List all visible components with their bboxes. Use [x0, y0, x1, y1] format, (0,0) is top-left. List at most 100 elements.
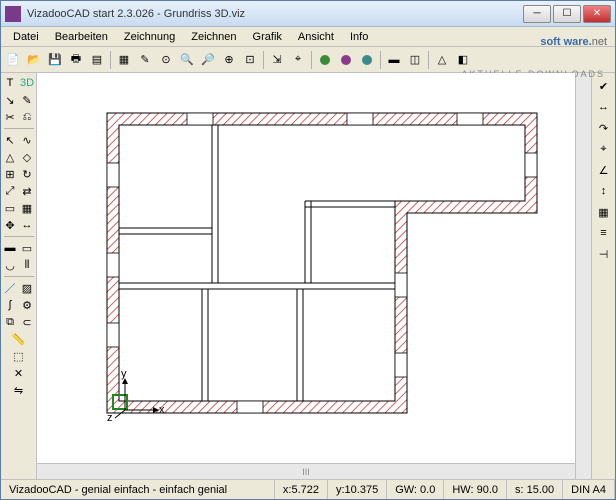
3d-toggle-icon[interactable]: 3D [19, 75, 35, 91]
status-info: VizadooCAD - genial einfach - einfach ge… [1, 480, 275, 499]
open-icon[interactable]: 📂 [24, 50, 44, 70]
toolbar: 📄 📂 💾 🖶 ▤ ▦ ✎ ⊙ 🔍 🔎 ⊕ ⊡ ⇲ ⌖ ▬ ◫ △ ◧ AKTU… [1, 47, 615, 73]
axis-z-label: z [107, 412, 113, 424]
check-icon[interactable]: ✔ [595, 77, 613, 95]
status-y: y:10.375 [328, 480, 387, 499]
export-icon[interactable]: ⇲ [267, 50, 287, 70]
link-icon[interactable]: ↘ [2, 92, 18, 108]
separator-icon [110, 51, 111, 69]
grid-tool-icon[interactable]: ▦ [19, 200, 35, 216]
save-icon[interactable]: 💾 [45, 50, 65, 70]
menu-grafik[interactable]: Grafik [245, 29, 290, 45]
magnet-icon[interactable]: ⊂ [19, 314, 35, 330]
measure-icon[interactable]: 📏 [11, 331, 27, 347]
center-icon[interactable]: ⊙ [156, 50, 176, 70]
grid-icon[interactable]: ▦ [114, 50, 134, 70]
curve-icon[interactable]: ∫ [2, 297, 18, 313]
menu-datei[interactable]: Datei [5, 29, 47, 45]
separator-icon [4, 276, 34, 277]
color-green-icon[interactable] [315, 50, 335, 70]
maximize-button[interactable]: ☐ [553, 5, 581, 23]
note-icon[interactable]: ✎ [19, 92, 35, 108]
axis-indicator: y x z [111, 374, 161, 427]
dim-h-icon[interactable]: ↔ [595, 98, 613, 116]
menu-zeichnen[interactable]: Zeichnen [183, 29, 244, 45]
statusbar: VizadooCAD - genial einfach - einfach ge… [1, 479, 615, 499]
app-window: VizadooCAD start 2.3.026 - Grundriss 3D.… [0, 0, 616, 500]
canvas-area: y x z III [37, 73, 575, 479]
separator-icon [263, 51, 264, 69]
layer-icon[interactable]: ▤ [87, 50, 107, 70]
color-purple-icon[interactable] [336, 50, 356, 70]
color-cyan-icon[interactable] [357, 50, 377, 70]
separator-icon [311, 51, 312, 69]
menu-bearbeiten[interactable]: Bearbeiten [47, 29, 116, 45]
mirror-icon[interactable]: ⇋ [11, 382, 27, 398]
rect-icon[interactable]: ▭ [2, 200, 18, 216]
extrude-icon[interactable]: ⬚ [11, 348, 27, 364]
snap-icon[interactable]: ⌖ [288, 50, 308, 70]
scale-icon[interactable]: ⤢ [2, 183, 18, 199]
separator-icon [4, 128, 34, 129]
wall-icon[interactable]: ▬ [384, 50, 404, 70]
dim-icon[interactable]: ↔ [19, 217, 35, 233]
shape-icon[interactable]: ◇ [19, 149, 35, 165]
wall2-icon[interactable]: ▭ [19, 240, 35, 256]
print-icon[interactable]: 🖶 [66, 50, 86, 70]
snap-icon[interactable]: ⌖ [595, 140, 613, 158]
arrow-icon[interactable]: ↖ [2, 132, 18, 148]
move-icon[interactable]: ✥ [2, 217, 18, 233]
jump-icon[interactable]: ↷ [595, 119, 613, 137]
end-icon[interactable]: ⊣ [595, 245, 613, 263]
triangle-icon[interactable]: △ [2, 149, 18, 165]
status-gw: GW: 0.0 [387, 480, 444, 499]
zoomfit-icon[interactable]: ⊡ [240, 50, 260, 70]
separator-icon [4, 236, 34, 237]
status-hw: HW: 90.0 [444, 480, 507, 499]
wall-tool-icon[interactable]: ▬ [2, 240, 18, 256]
text-tool-icon[interactable]: T [2, 75, 18, 91]
cross-icon[interactable]: ✕ [11, 365, 27, 381]
menu-zeichnung[interactable]: Zeichnung [116, 29, 183, 45]
brush-icon[interactable]: ／ [2, 280, 18, 296]
menu-ansicht[interactable]: Ansicht [290, 29, 342, 45]
menu-info[interactable]: Info [342, 29, 376, 45]
dim-v-icon[interactable]: ↕ [595, 182, 613, 200]
drawing-canvas[interactable]: y x z [37, 73, 575, 463]
edit-icon[interactable]: ✎ [135, 50, 155, 70]
titlebar: VizadooCAD start 2.3.026 - Grundriss 3D.… [1, 1, 615, 27]
app-icon [5, 6, 21, 22]
grid2-icon[interactable]: ▦ [595, 203, 613, 221]
door-icon[interactable]: ◫ [405, 50, 425, 70]
hatch-icon[interactable]: ▨ [19, 280, 35, 296]
cut-icon[interactable]: ✂ [2, 109, 18, 125]
new-icon[interactable]: 📄 [3, 50, 23, 70]
roof-icon[interactable]: △ [432, 50, 452, 70]
flip-icon[interactable]: ⇄ [19, 183, 35, 199]
main-area: T3D ↘✎ ✂⎌ ↖∿ △◇ ⊞↻ ⤢⇄ ▭▦ ✥↔ ▬▭ ◡⦀ ／▨ ∫⚙ … [1, 73, 615, 479]
polyline-icon[interactable]: ∿ [19, 132, 35, 148]
status-x: x:5.722 [275, 480, 328, 499]
join-icon[interactable]: ⧉ [2, 314, 18, 330]
status-format: DIN A4 [563, 480, 615, 499]
bars-icon[interactable]: ≡ [595, 224, 613, 242]
zoom-icon[interactable]: ⊕ [219, 50, 239, 70]
close-button[interactable]: ✕ [583, 5, 611, 23]
rotate-icon[interactable]: ↻ [19, 166, 35, 182]
scissors-icon[interactable]: ⎌ [19, 109, 35, 125]
zoomin-icon[interactable]: 🔍 [177, 50, 197, 70]
tool-palette: T3D ↘✎ ✂⎌ ↖∿ △◇ ⊞↻ ⤢⇄ ▭▦ ✥↔ ▬▭ ◡⦀ ／▨ ∫⚙ … [1, 73, 37, 479]
arc-icon[interactable]: ◡ [2, 257, 18, 273]
scrollbar-vertical[interactable] [575, 73, 591, 479]
copy-icon[interactable]: ⊞ [2, 166, 18, 182]
angle-icon[interactable]: ∠ [595, 161, 613, 179]
columns-icon[interactable]: ⦀ [19, 257, 35, 273]
scrollbar-horizontal[interactable]: III [37, 463, 575, 479]
separator-icon [428, 51, 429, 69]
menubar: Datei Bearbeiten Zeichnung Zeichnen Graf… [1, 27, 615, 47]
axis-x-label: x [159, 404, 165, 416]
extra-icon[interactable]: ◧ [453, 50, 473, 70]
zoomout-icon[interactable]: 🔎 [198, 50, 218, 70]
minimize-button[interactable]: ─ [523, 5, 551, 23]
cog-icon[interactable]: ⚙ [19, 297, 35, 313]
